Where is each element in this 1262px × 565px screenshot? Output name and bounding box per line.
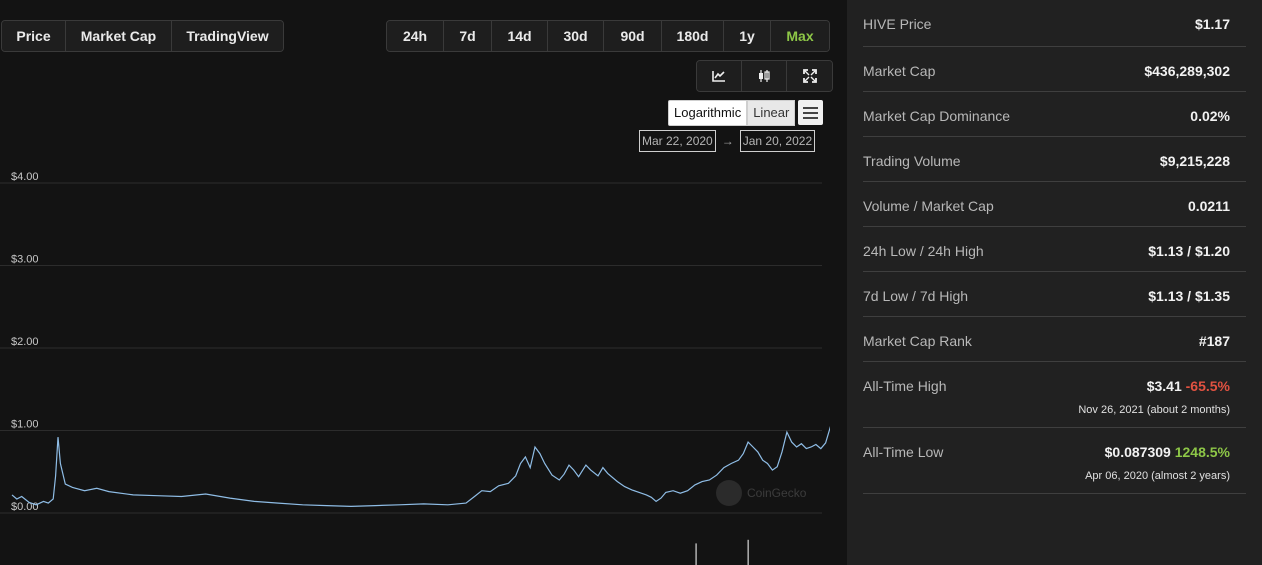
range-7d[interactable]: 7d [444,21,492,51]
stat-row-volume-mcap: Volume / Market Cap 0.0211 [863,182,1246,227]
stat-label: Trading Volume [863,153,961,169]
range-180d[interactable]: 180d [662,21,724,51]
stat-label: All-Time Low [863,444,944,460]
stat-label: Volume / Market Cap [863,198,994,214]
stat-row-7d-range: 7d Low / 7d High $1.13 / $1.35 [863,272,1246,317]
range-14d[interactable]: 14d [492,21,548,51]
y-tick-label: $1.00 [11,419,39,431]
y-tick-label: $4.00 [11,171,39,183]
candlestick-icon[interactable] [742,61,787,91]
stat-row-24h-range: 24h Low / 24h High $1.13 / $1.20 [863,227,1246,272]
stat-label: All-Time High [863,378,947,394]
stat-row-rank: Market Cap Rank #187 [863,317,1246,362]
price-series-line [11,425,830,508]
tab-tradingview[interactable]: TradingView [172,21,283,51]
stat-row-atl: All-Time Low $0.087309 1248.5% Apr 06, 2… [863,428,1246,494]
stat-row-dominance: Market Cap Dominance 0.02% [863,92,1246,137]
y-tick-label: $2.00 [11,336,39,348]
stat-row-market-cap: Market Cap $436,289,302 [863,47,1246,92]
line-chart-icon[interactable] [697,61,742,91]
tab-market-cap[interactable]: Market Cap [66,21,172,51]
stat-value: #187 [1198,333,1230,349]
date-range: Mar 22, 2020 → Jan 20, 2022 [639,130,816,152]
chart-tools [696,60,833,92]
range-30d[interactable]: 30d [548,21,604,51]
time-range-tabs: 24h 7d 14d 30d 90d 180d 1y Max [386,20,830,52]
range-1y[interactable]: 1y [724,21,771,51]
range-max[interactable]: Max [771,21,829,51]
chart-type-tabs: Price Market Cap TradingView [1,20,284,52]
stat-row-volume: Trading Volume $9,215,228 [863,137,1246,182]
price-chart: $4.00 $3.00 $2.00 $1.00 $0.00 CoinGecko [0,171,830,565]
atl-change-percent: 1248.5% [1174,444,1230,460]
stat-row-price: HIVE Price $1.17 [863,0,1246,47]
stat-label: Market Cap [863,63,936,79]
ath-date: Nov 26, 2021 (about 2 months) [1078,404,1230,416]
y-tick-label: $3.00 [11,254,39,266]
atl-date: Apr 06, 2020 (almost 2 years) [1085,470,1230,482]
ath-change-percent: -65.5% [1185,378,1230,394]
stat-value: 0.02% [1190,108,1230,124]
range-90d[interactable]: 90d [604,21,662,51]
stat-row-ath: All-Time High $3.41 -65.5% Nov 26, 2021 … [863,362,1246,428]
stat-label: 24h Low / 24h High [863,243,984,259]
stat-value: $1.13 / $1.35 [1148,288,1230,304]
arrow-right-icon: → [721,134,734,148]
tab-price[interactable]: Price [2,21,66,51]
stat-value: $436,289,302 [1144,63,1230,79]
stats-panel: HIVE Price $1.17 Market Cap $436,289,302… [847,0,1262,565]
linear-button[interactable]: Linear [747,100,796,126]
stat-label: HIVE Price [863,16,932,32]
stat-value: 0.0211 [1187,198,1230,214]
stat-label: Market Cap Rank [863,333,972,349]
range-24h[interactable]: 24h [387,21,444,51]
svg-text:CoinGecko: CoinGecko [747,486,807,500]
coingecko-watermark: CoinGecko [716,480,807,506]
date-from-input[interactable]: Mar 22, 2020 [639,130,716,152]
stat-label: Market Cap Dominance [863,108,1011,124]
stat-value: $9,215,228 [1159,153,1230,169]
stat-value: $3.41 -65.5% [1146,378,1230,394]
logarithmic-button[interactable]: Logarithmic [668,100,748,126]
fullscreen-icon[interactable] [787,61,832,91]
stat-value: $1.17 [1194,16,1230,32]
date-to-input[interactable]: Jan 20, 2022 [739,130,816,152]
y-tick-label: $0.00 [11,501,39,513]
stat-label: 7d Low / 7d High [863,288,969,304]
stat-value: $0.087309 1248.5% [1104,444,1230,460]
hamburger-menu-icon[interactable] [798,100,823,125]
scale-toggle: Logarithmic Linear [668,100,796,126]
stat-value: $1.13 / $1.20 [1148,243,1230,259]
